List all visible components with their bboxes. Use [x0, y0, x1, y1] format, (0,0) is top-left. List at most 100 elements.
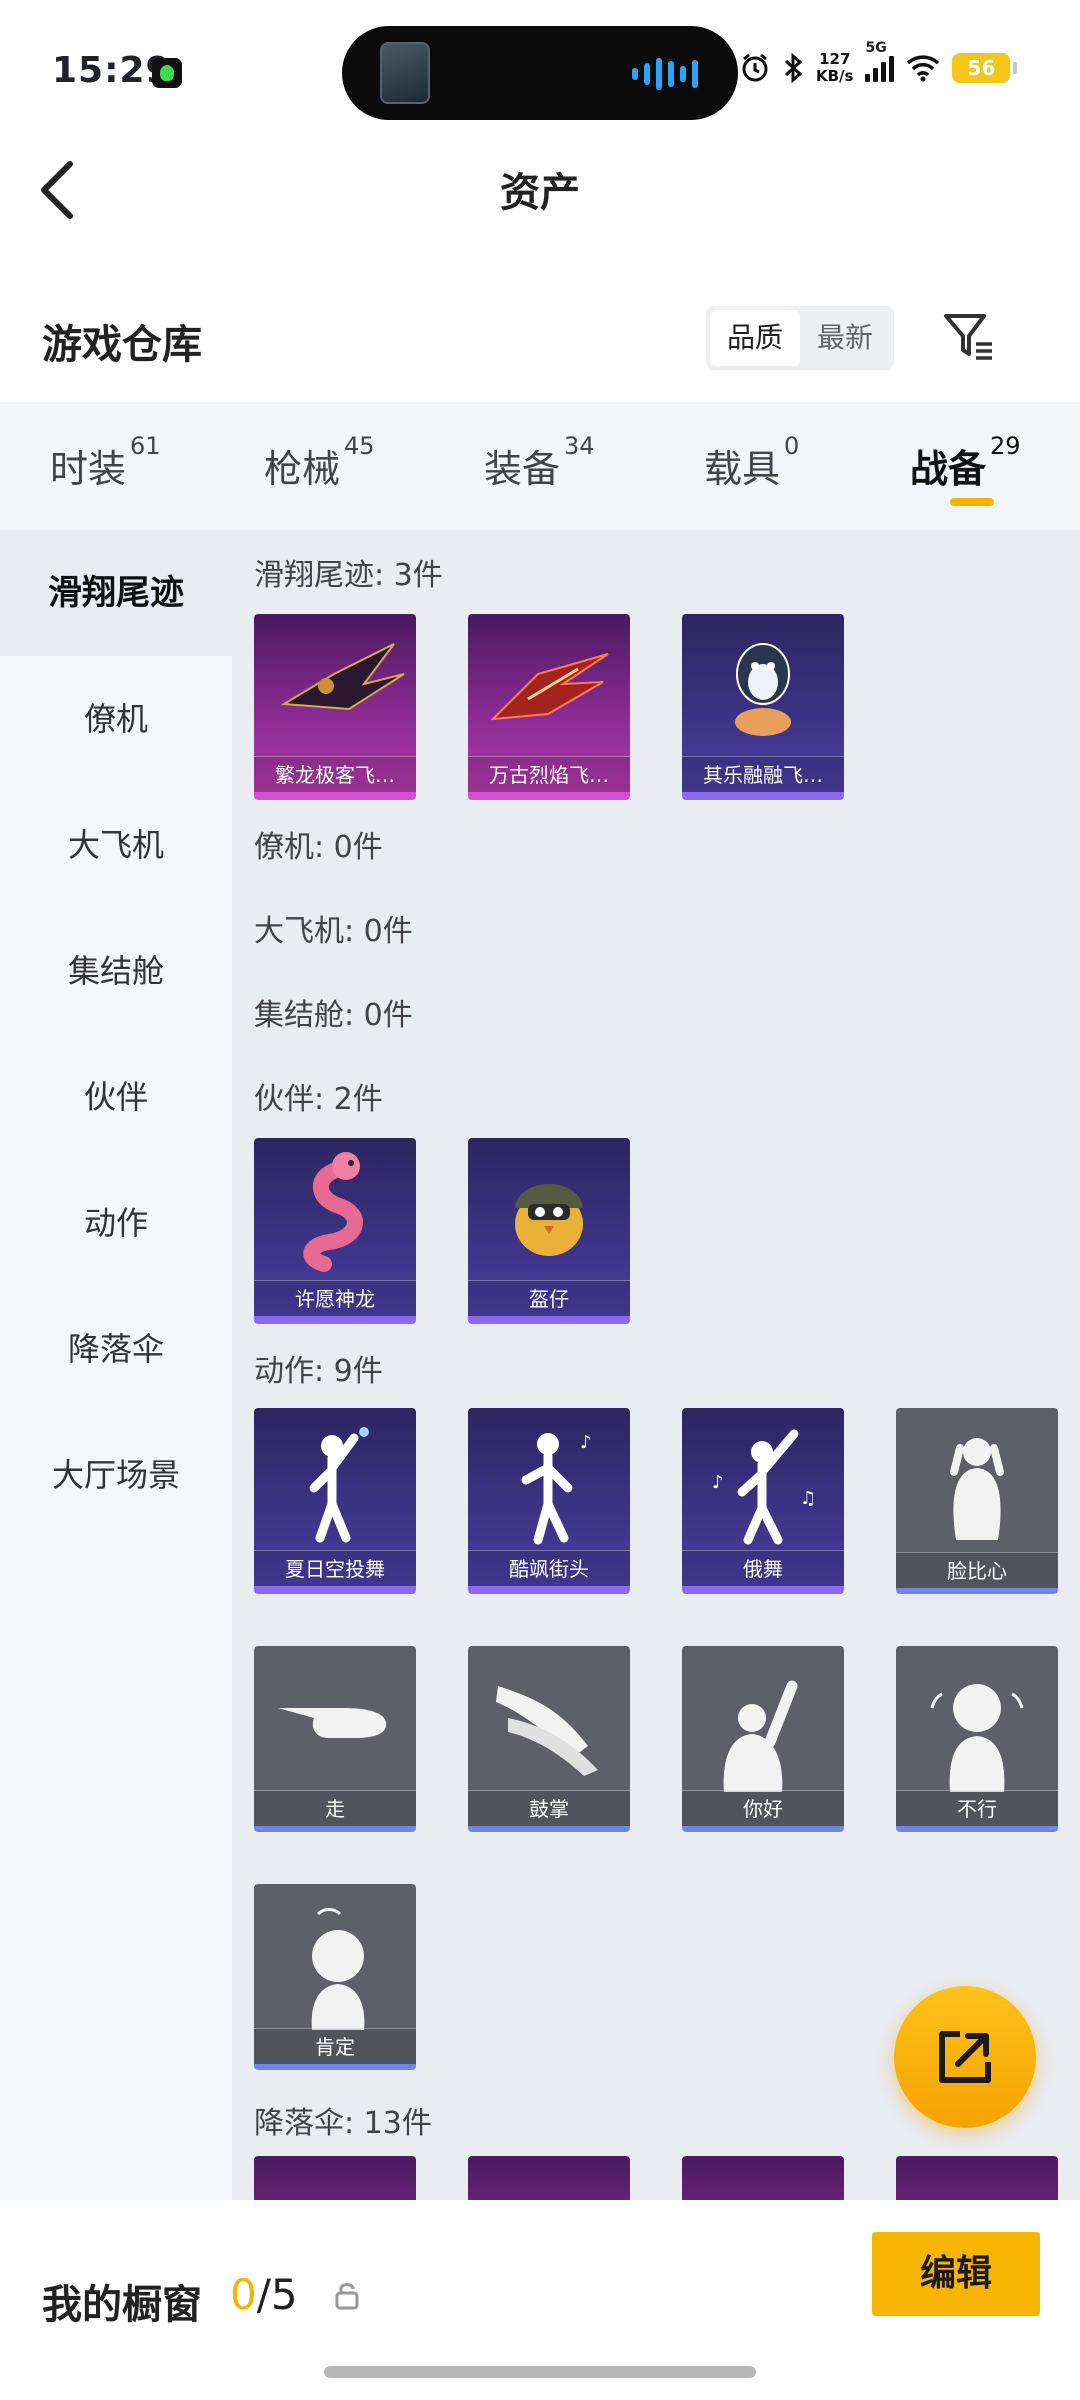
glider-penguin-icon [735, 643, 791, 736]
item-label: 万古烈焰飞… [468, 756, 630, 792]
item-card[interactable]: 鼓掌 [468, 1646, 630, 1832]
dynamic-island[interactable] [342, 26, 738, 120]
item-grid: 滑翔尾迹: 3件 繁龙极客飞… 万古烈焰飞… 其乐融融飞… 僚机: 0件 大飞机… [232, 530, 1080, 2200]
status-bar: 15:29 127 KB/s 5G 56 [0, 0, 1080, 140]
item-card[interactable]: 其乐融融飞… [682, 614, 844, 800]
svg-text:♪: ♪ [580, 1432, 592, 1453]
item-card[interactable]: 你好 [682, 1646, 844, 1832]
glider-dragon-icon [280, 643, 405, 711]
wifi-icon [907, 55, 940, 82]
sidebar-item-partner[interactable]: 伙伴 [0, 1034, 232, 1160]
item-card[interactable]: 夏日空投舞 [254, 1408, 416, 1594]
tab-firearms[interactable]: 枪械45 [264, 432, 375, 493]
item-label: 夏日空投舞 [254, 1550, 416, 1586]
item-label: 脸比心 [896, 1552, 1058, 1588]
lock-icon [335, 2283, 359, 2310]
sort-newest-button[interactable]: 最新 [800, 310, 890, 366]
sort-quality-button[interactable]: 品质 [710, 310, 800, 366]
sidebar-item-rally-pod[interactable]: 集结舱 [0, 908, 232, 1034]
item-label: 繁龙极客飞… [254, 756, 416, 792]
bottom-bar: 我的橱窗 0/5 编辑 [0, 2200, 1080, 2400]
section-title-partner: 伙伴: 2件 [254, 1082, 383, 1117]
item-card[interactable]: 万古烈焰飞… [468, 614, 630, 800]
cell-signal-icon: 5G [865, 40, 895, 82]
home-indicator[interactable] [324, 2366, 756, 2378]
media-thumbnail-icon [380, 42, 430, 104]
item-label: 走 [254, 1790, 416, 1826]
tab-equipment[interactable]: 装备34 [484, 432, 595, 493]
signal-label: 5G [865, 40, 887, 56]
item-label: 其乐融融飞… [682, 756, 844, 792]
page-title: 资产 [500, 170, 580, 216]
tab-fashion[interactable]: 时装61 [50, 432, 161, 493]
item-label: 你好 [682, 1790, 844, 1826]
item-card[interactable] [254, 2156, 416, 2200]
audio-wave-icon [632, 58, 698, 90]
share-icon [939, 2031, 991, 2083]
tab-battle-prep[interactable]: 战备29 [910, 432, 1021, 493]
sidebar-item-emote[interactable]: 动作 [0, 1160, 232, 1286]
alarm-icon [742, 53, 768, 82]
item-card[interactable]: 繁龙极客飞… [254, 614, 416, 800]
item-label: 肯定 [254, 2028, 416, 2064]
item-card[interactable]: 盔仔 [468, 1138, 630, 1324]
sidebar-item-wingman[interactable]: 僚机 [0, 656, 232, 782]
section-title-big-plane: 大飞机: 0件 [254, 914, 413, 949]
category-tabs: 时装61 枪械45 装备34 载具0 战备29 [0, 402, 1080, 530]
sidebar: 滑翔尾迹 僚机 大飞机 集结舱 伙伴 动作 降落伞 大厅场景 [0, 530, 232, 2200]
nav-header: 资产 [0, 140, 1080, 250]
waving-person-icon [723, 1680, 798, 1792]
svg-text:♪: ♪ [712, 1472, 724, 1493]
item-card[interactable] [896, 2156, 1058, 2200]
section-title-glide: 滑翔尾迹: 3件 [254, 558, 443, 593]
section-title-emote: 动作: 9件 [254, 1354, 383, 1389]
item-label: 不行 [896, 1790, 1058, 1826]
showcase-count: 0/5 [230, 2270, 298, 2319]
app-notification-icon [152, 58, 182, 88]
section-title-rally-pod: 集结舱: 0件 [254, 998, 413, 1033]
item-card[interactable]: 脸比心 [896, 1408, 1058, 1594]
svg-text:♫: ♫ [800, 1488, 816, 1509]
pointing-hand-icon [278, 1708, 387, 1738]
section-title-parachute: 降落伞: 13件 [254, 2106, 432, 2141]
bluetooth-icon [784, 52, 803, 84]
wish-dragon-icon [303, 1152, 363, 1272]
filter-icon [944, 314, 992, 360]
item-label: 盔仔 [468, 1280, 630, 1316]
item-card[interactable]: 走 [254, 1646, 416, 1832]
battery-indicator: 56 [952, 53, 1018, 83]
item-card[interactable]: 肯定 [254, 1884, 416, 2070]
item-card[interactable]: 许愿神龙 [254, 1138, 416, 1324]
sort-toggle: 品质 最新 [706, 306, 894, 370]
item-label: 俄舞 [682, 1550, 844, 1586]
item-card[interactable] [682, 2156, 844, 2200]
sidebar-item-lobby-scene[interactable]: 大厅场景 [0, 1412, 232, 1538]
item-label: 许愿神龙 [254, 1280, 416, 1316]
nodding-head-icon [311, 1908, 365, 2030]
item-card[interactable] [468, 2156, 630, 2200]
section-title-wingman: 僚机: 0件 [254, 830, 383, 865]
sidebar-item-big-plane[interactable]: 大飞机 [0, 782, 232, 908]
helmet-chick-icon [515, 1184, 583, 1256]
tab-vehicles[interactable]: 载具0 [704, 432, 799, 493]
sidebar-item-parachute[interactable]: 降落伞 [0, 1286, 232, 1412]
item-card[interactable]: 不行 [896, 1646, 1058, 1832]
filter-button[interactable] [938, 306, 998, 366]
share-button[interactable] [894, 1986, 1036, 2128]
face-heart-icon [950, 1438, 1004, 1540]
item-label: 酷飒街头 [468, 1550, 630, 1586]
dance-figure-icon [309, 1427, 369, 1543]
showcase-label: 我的橱窗 [42, 2282, 202, 2328]
item-card[interactable]: ♪ 酷飒街头 [468, 1408, 630, 1594]
edit-button[interactable]: 编辑 [872, 2232, 1040, 2316]
active-tab-indicator [950, 498, 994, 506]
glider-flame-icon [490, 653, 609, 721]
warehouse-title: 游戏仓库 [42, 322, 202, 368]
network-speed: 127 KB/s [816, 50, 854, 85]
street-dance-icon: ♪ [521, 1432, 592, 1545]
sidebar-item-glide-trail[interactable]: 滑翔尾迹 [0, 530, 232, 656]
status-icons: 127 KB/s 5G 56 [740, 40, 1018, 90]
item-card[interactable]: ♪ ♫ 俄舞 [682, 1408, 844, 1594]
head-shake-icon [930, 1684, 1024, 1792]
clapping-hands-icon [496, 1686, 598, 1776]
